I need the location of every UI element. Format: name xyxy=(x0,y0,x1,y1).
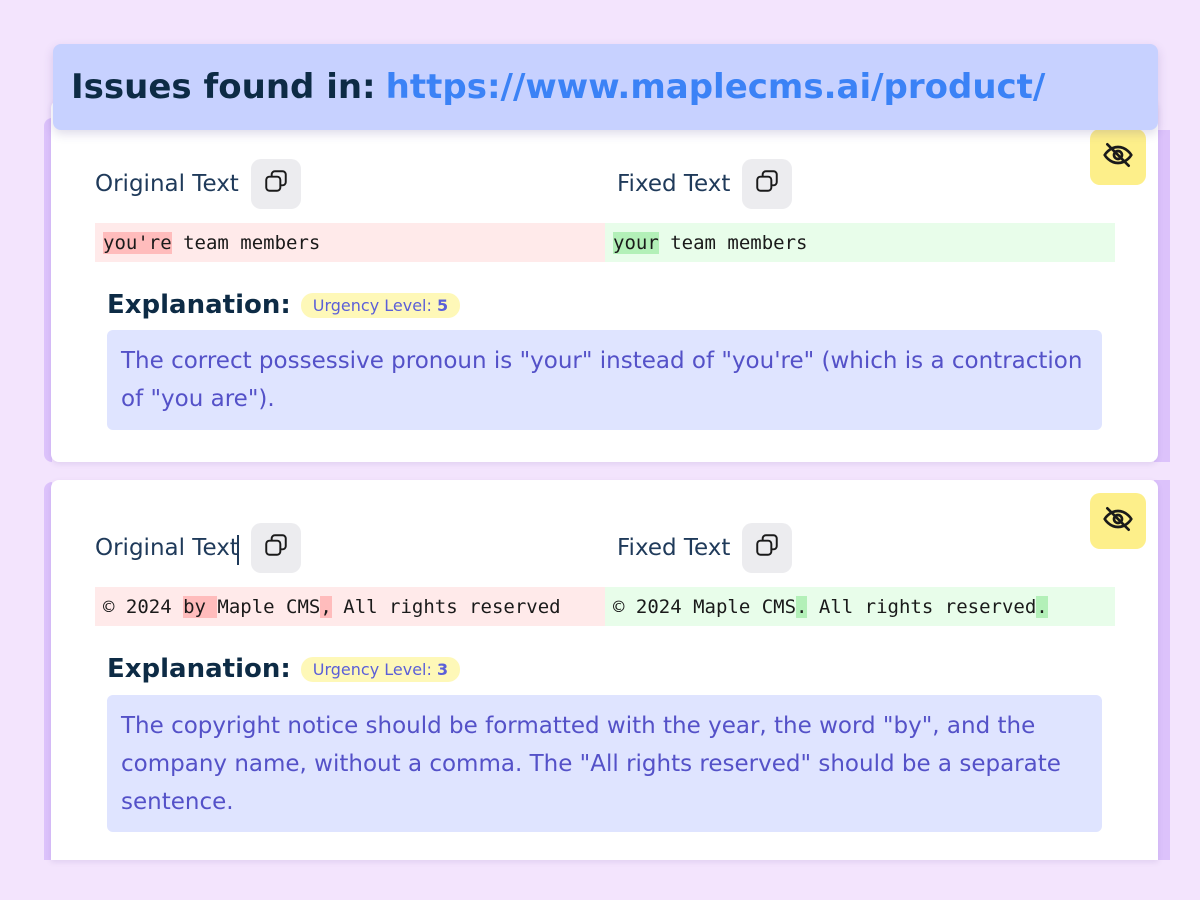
urgency-badge: Urgency Level: 5 xyxy=(300,292,461,318)
eye-off-icon xyxy=(1102,503,1134,539)
text-segment: All rights reserved xyxy=(807,595,1037,618)
text-segment: Maple CMS xyxy=(217,595,321,618)
copy-icon xyxy=(754,532,780,564)
fixed-text-diff: your team members xyxy=(605,223,1115,262)
urgency-value: 3 xyxy=(436,659,449,679)
text-segment: team members xyxy=(171,231,321,254)
hide-issue-button[interactable] xyxy=(1090,129,1146,185)
copy-fixed-button[interactable] xyxy=(742,523,793,573)
removed-segment: by xyxy=(183,595,218,618)
original-text-header: Original Text xyxy=(95,523,301,573)
fixed-text-header: Fixed Text xyxy=(617,159,793,209)
explanation-text: The copyright notice should be formatted… xyxy=(107,695,1102,832)
fixed-text-label: Fixed Text xyxy=(617,535,731,561)
fixed-text-header: Fixed Text xyxy=(617,523,793,573)
removed-segment: , xyxy=(320,595,332,618)
urgency-label: Urgency Level: xyxy=(312,659,432,679)
page: Issues found in: https://www.maplecms.ai… xyxy=(0,0,1200,900)
explanation-label: Explanation: xyxy=(107,654,291,684)
fixed-text-label: Fixed Text xyxy=(617,171,731,197)
text-segment: team members xyxy=(658,231,808,254)
copy-icon xyxy=(263,532,289,564)
added-segment: . xyxy=(796,595,808,618)
explanation-header: Explanation: Urgency Level: 3 xyxy=(107,654,461,684)
original-text-diff: you're team members xyxy=(95,223,605,262)
text-segment: © 2024 xyxy=(103,595,184,618)
fixed-text-diff: © 2024 Maple CMS. All rights reserved. xyxy=(605,587,1115,626)
copy-original-button[interactable] xyxy=(250,523,301,573)
text-segment: All rights reserved xyxy=(331,595,561,618)
original-text-label: Original Text xyxy=(95,535,239,561)
copy-original-button[interactable] xyxy=(250,159,301,209)
added-segment: your xyxy=(613,231,659,254)
text-segment: © 2024 Maple CMS xyxy=(613,595,797,618)
urgency-value: 5 xyxy=(436,295,449,315)
added-segment: . xyxy=(1036,595,1048,618)
hide-issue-button[interactable] xyxy=(1090,493,1146,549)
page-url[interactable]: https://www.maplecms.ai/product/ xyxy=(386,67,1046,107)
copy-icon xyxy=(263,168,289,200)
explanation-text: The correct possessive pronoun is "your"… xyxy=(107,330,1102,430)
original-text-header: Original Text xyxy=(95,159,301,209)
text-cursor xyxy=(237,535,239,565)
copy-icon xyxy=(754,168,780,200)
issue-card: Original Text Fixed Text xyxy=(51,480,1158,860)
results-header: Issues found in: https://www.maplecms.ai… xyxy=(53,44,1158,130)
urgency-badge: Urgency Level: 3 xyxy=(300,656,461,682)
header-title: Issues found in: xyxy=(71,67,376,107)
original-text-diff: © 2024 by Maple CMS, All rights reserved xyxy=(95,587,605,626)
eye-off-icon xyxy=(1102,139,1134,175)
removed-segment: you're xyxy=(103,231,172,254)
original-text-label: Original Text xyxy=(95,171,239,197)
copy-fixed-button[interactable] xyxy=(742,159,793,209)
explanation-header: Explanation: Urgency Level: 5 xyxy=(107,290,461,320)
explanation-label: Explanation: xyxy=(107,290,291,320)
issue-card: Original Text Fixed Text xyxy=(51,100,1158,462)
urgency-label: Urgency Level: xyxy=(312,295,432,315)
